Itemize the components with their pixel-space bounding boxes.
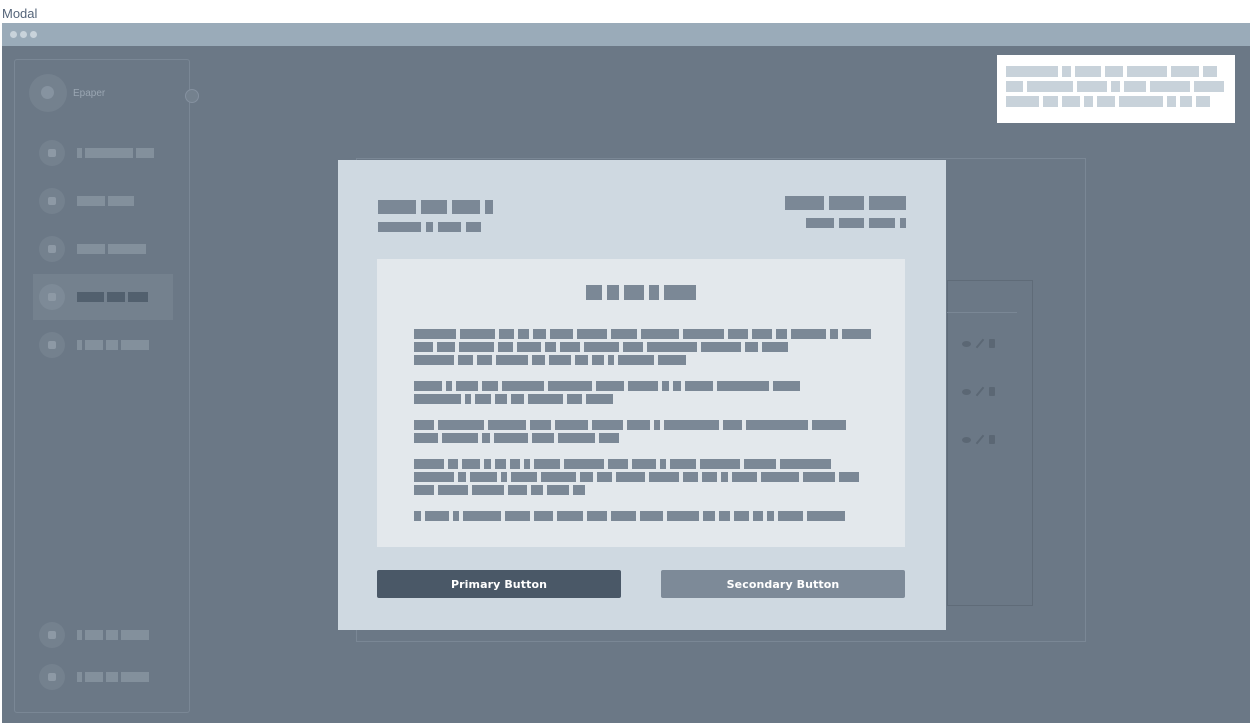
sidebar-item-location[interactable] xyxy=(33,654,173,700)
eye-icon[interactable] xyxy=(962,340,971,347)
sidebar-item-profile[interactable] xyxy=(33,612,173,658)
eye-icon[interactable] xyxy=(962,388,971,395)
sidebar: Epaper xyxy=(14,59,199,713)
clock-icon xyxy=(48,197,56,205)
document-paragraph-5 xyxy=(414,511,845,524)
logo-icon xyxy=(41,86,54,99)
window-maximize-dot[interactable] xyxy=(30,31,37,38)
sidebar-item-5[interactable] xyxy=(33,322,173,368)
trash-icon[interactable] xyxy=(989,339,995,348)
sidebar-collapse-handle[interactable] xyxy=(185,89,199,103)
document-title xyxy=(377,285,905,300)
user-icon xyxy=(48,149,56,157)
sidebar-item-2[interactable] xyxy=(33,178,173,224)
secondary-button[interactable]: Secondary Button xyxy=(661,570,905,598)
profile-icon xyxy=(48,631,56,639)
window-close-dot[interactable] xyxy=(10,31,17,38)
pencil-icon[interactable] xyxy=(975,434,985,445)
table-row-actions xyxy=(962,386,995,397)
page-label: Modal xyxy=(2,6,38,21)
trash-icon[interactable] xyxy=(989,387,995,396)
lightbulb-icon xyxy=(48,245,56,253)
window-titlebar xyxy=(2,23,1250,46)
table-row-actions xyxy=(962,338,995,349)
document-paragraph-2 xyxy=(414,381,800,407)
pencil-icon[interactable] xyxy=(975,386,985,397)
bell-icon xyxy=(48,341,56,349)
document-paragraph-4 xyxy=(414,459,859,498)
trash-icon[interactable] xyxy=(989,435,995,444)
notification-toast[interactable] xyxy=(997,55,1235,123)
modal-header-left xyxy=(378,200,493,232)
modal-header-right xyxy=(785,196,906,228)
table-header-divider xyxy=(947,312,1017,313)
modal-dialog: Primary Button Secondary Button xyxy=(338,160,946,630)
sidebar-item-3[interactable] xyxy=(33,226,173,272)
eye-icon[interactable] xyxy=(962,436,971,443)
window-minimize-dot[interactable] xyxy=(20,31,27,38)
primary-button[interactable]: Primary Button xyxy=(377,570,621,598)
table-row-actions xyxy=(962,434,995,445)
sidebar-item-1[interactable] xyxy=(33,130,173,176)
brand-name: Epaper xyxy=(73,88,106,99)
brand-logo xyxy=(29,74,67,112)
app-window: Epaper Primary Button Secondary Button xyxy=(2,23,1250,723)
sidebar-item-4-active[interactable] xyxy=(33,274,173,320)
document-preview xyxy=(377,259,905,547)
location-icon xyxy=(48,673,56,681)
document-paragraph-1 xyxy=(414,329,871,368)
document-paragraph-3 xyxy=(414,420,846,446)
share-icon xyxy=(48,293,56,301)
pencil-icon[interactable] xyxy=(975,338,985,349)
